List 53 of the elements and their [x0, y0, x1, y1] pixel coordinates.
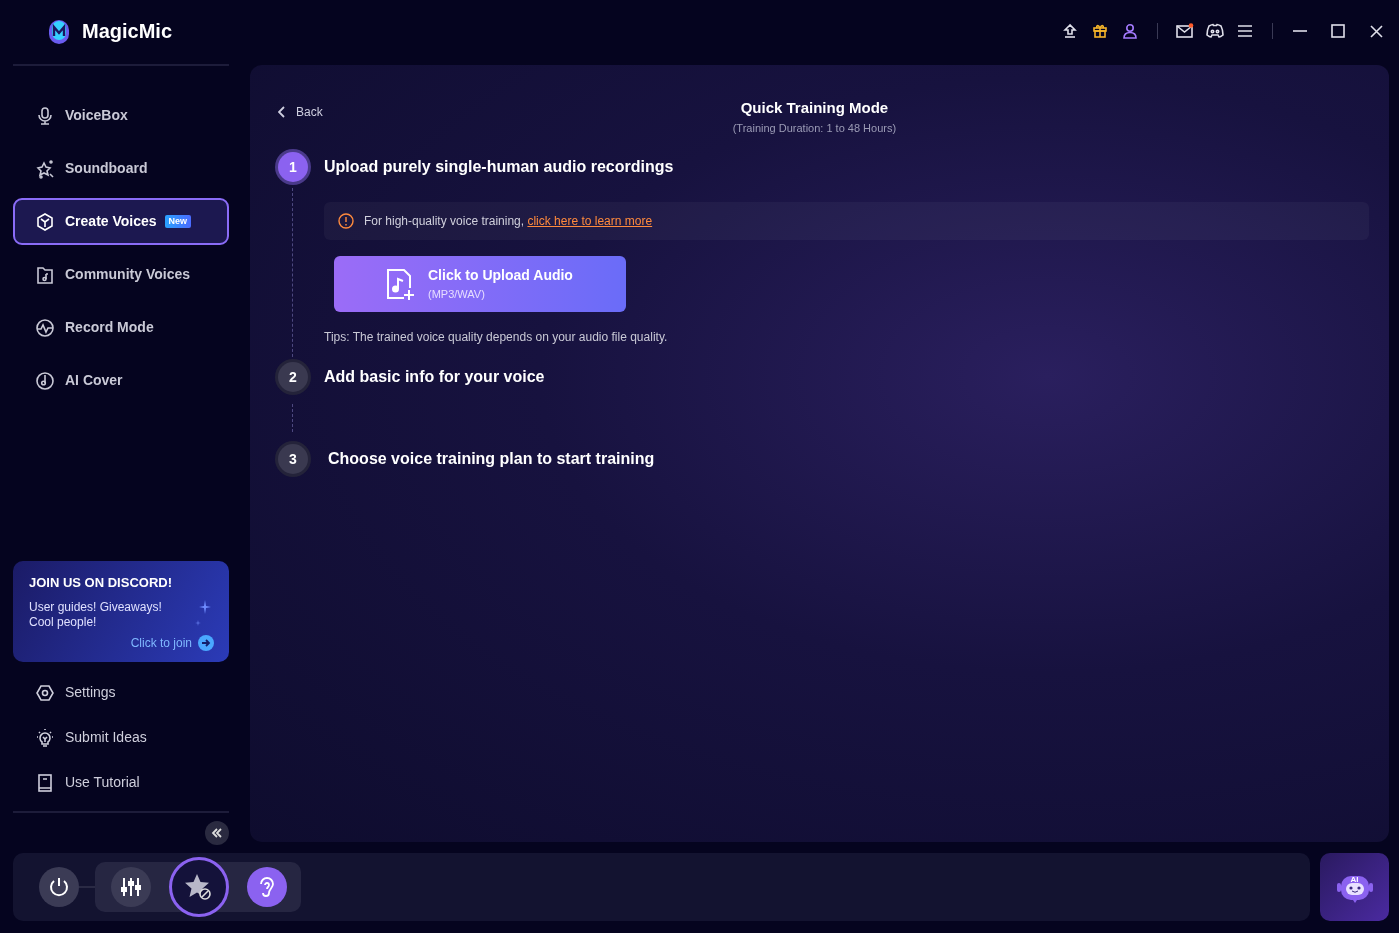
- tips-text: Tips: The trained voice quality depends on your audio file quality.: [324, 329, 669, 346]
- sidebar-link[interactable]: Settings: [13, 670, 229, 715]
- power-icon: [48, 876, 70, 898]
- notice-text: For high-quality voice training, click here to learn more: [364, 213, 653, 230]
- upload-button[interactable]: Click to Upload Audio (MP3/WAV): [334, 256, 626, 312]
- voice-changer-button[interactable]: [169, 857, 229, 917]
- double-chevron-left-icon: [211, 827, 223, 839]
- sidebar-item[interactable]: VoiceBox: [13, 92, 229, 139]
- folder-icon: [35, 264, 55, 285]
- page-title: Quick Training Mode: [739, 98, 890, 118]
- microphone-icon: [35, 105, 55, 126]
- sidebar-item[interactable]: Soundboard: [13, 145, 229, 192]
- sidebar-item[interactable]: Create Voices New: [13, 198, 229, 245]
- waveform-icon: [35, 317, 55, 338]
- step-title: Upload purely single-human audio recordings: [324, 157, 674, 177]
- book-icon: [35, 772, 55, 793]
- page-subtitle: (Training Duration: 1 to 48 Hours): [732, 120, 897, 136]
- card-title: JOIN US ON DISCORD!: [29, 573, 173, 592]
- step-title: Choose voice training plan to start training: [328, 449, 655, 469]
- learn-more-link[interactable]: click here to learn more: [527, 214, 653, 228]
- collapse-button[interactable]: [205, 821, 229, 845]
- step-title: Add basic info for your voice: [324, 367, 545, 387]
- ear-monitor-button[interactable]: [247, 867, 287, 907]
- disc-icon: [35, 370, 55, 391]
- cube-icon: [35, 211, 55, 232]
- star-off-icon: [184, 872, 214, 902]
- arrow-right-icon: [198, 635, 214, 651]
- step-number: 1: [278, 152, 308, 182]
- discord-card[interactable]: JOIN US ON DISCORD! User guides! Giveaways! Cool people! Click to join: [13, 560, 229, 662]
- join-link[interactable]: Click to join: [130, 634, 214, 652]
- mixer-button[interactable]: [111, 867, 151, 907]
- back-button[interactable]: Back: [278, 103, 323, 121]
- sidebar-link[interactable]: Use Tutorial: [13, 760, 229, 805]
- ai-label: AI: [1349, 874, 1360, 886]
- warning-icon: [338, 213, 354, 229]
- sidebar-item[interactable]: AI Cover: [13, 357, 229, 404]
- step-number: 3: [278, 444, 308, 474]
- settings-icon: [35, 682, 55, 703]
- new-badge: New: [164, 214, 192, 229]
- chevron-left-icon: [278, 106, 286, 118]
- sidebar-item[interactable]: Record Mode: [13, 304, 229, 351]
- app-title: MagicMic: [82, 19, 173, 44]
- audio-file-icon: [384, 267, 416, 301]
- card-text: User guides! Giveaways! Cool people!: [29, 600, 163, 630]
- lightbulb-icon: [35, 727, 55, 748]
- ai-assistant-button[interactable]: AI: [1320, 853, 1389, 921]
- ear-icon: [257, 875, 277, 899]
- power-button[interactable]: [39, 867, 79, 907]
- step-number: 2: [278, 362, 308, 392]
- sidebar-link[interactable]: Submit Ideas: [13, 715, 229, 760]
- sidebar-item[interactable]: Community Voices: [13, 251, 229, 298]
- sliders-icon: [120, 877, 142, 897]
- sparkle-icon: [35, 158, 55, 179]
